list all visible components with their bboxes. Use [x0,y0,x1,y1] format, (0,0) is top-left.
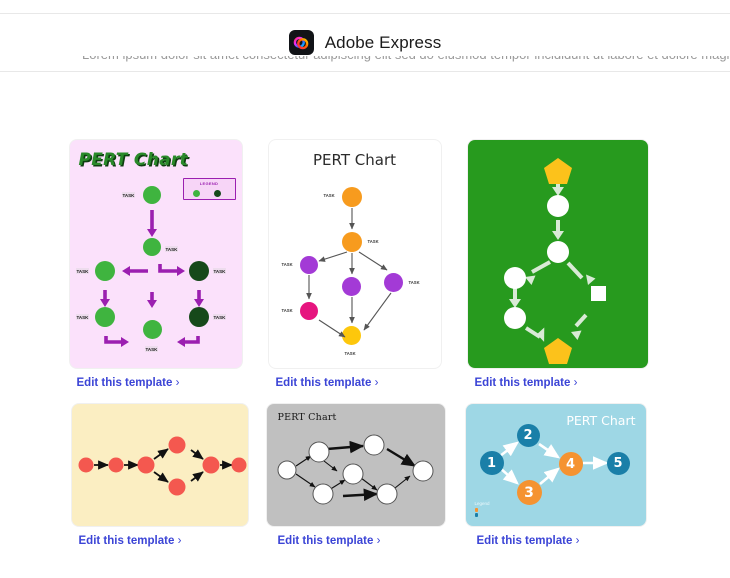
template-thumbnail-pert-chart-gray[interactable]: PERT Chart [267,404,445,526]
brand-name: Adobe Express [325,33,442,53]
template-thumbnail-pert-chart-blue[interactable]: PERT Chart [466,404,646,526]
edit-template-link[interactable]: Edit this template › [79,535,267,547]
template-thumbnail-pert-chart-white[interactable]: PERT Chart TASK TASK TASK TASK TASK TASK [269,140,441,368]
node-label: 4 [566,457,575,472]
chevron-right-icon: › [176,377,180,389]
legend-swatch-orange [475,508,479,512]
template-grid: PERT Chart LEGEND TASK TASK TASK TASK TA… [0,140,730,547]
template-card: PERT Chart TASK TASK TASK TASK TASK TASK [267,140,466,389]
edit-template-label: Edit this template [276,377,372,389]
node-circle [504,267,526,289]
node-pentagon [544,158,572,184]
template-card: Edit this template › [68,404,267,547]
template-card: Edit this template › [466,140,665,389]
node-label: 5 [613,456,622,471]
node-circle-5: 5 [607,452,630,475]
node-circle-1: 1 [480,451,504,475]
node-label: 3 [524,485,534,501]
edit-template-link[interactable]: Edit this template › [77,377,267,389]
template-thumbnail-pert-chart-pink[interactable]: PERT Chart LEGEND TASK TASK TASK TASK TA… [70,140,242,368]
legend: Legend [475,501,490,518]
chevron-right-icon: › [377,535,381,547]
edit-template-link[interactable]: Edit this template › [278,535,466,547]
edit-template-label: Edit this template [278,535,374,547]
node-square [591,286,606,301]
adobe-express-logo-icon [289,30,314,55]
clipped-text: Lorem ipsum dolor sit amet consectetur a… [82,56,730,62]
pert-diagram [468,140,648,368]
node-circle-2: 2 [517,424,540,447]
chevron-right-icon: › [375,377,379,389]
edit-template-label: Edit this template [77,377,173,389]
template-card: PERT Chart [267,404,466,547]
template-thumbnail-pert-chart-cream[interactable] [72,404,248,526]
chevron-right-icon: › [178,535,182,547]
connector-arrows [269,140,441,368]
node-circle-3: 3 [517,480,542,505]
legend-swatch-blue [475,513,479,517]
edit-template-label: Edit this template [475,377,571,389]
legend-title: Legend [475,501,490,506]
node-circle [504,307,526,329]
node-circle [547,241,569,263]
pert-diagram [267,404,445,526]
template-card: PERT Chart LEGEND TASK TASK TASK TASK TA… [68,140,267,389]
clipped-text-row: Lorem ipsum dolor sit amet consectetur a… [0,56,730,71]
node-circle [547,195,569,217]
template-thumbnail-pert-chart-green[interactable] [468,140,648,368]
node-circle-group [278,435,433,504]
node-label: 2 [523,428,532,443]
chevron-right-icon: › [574,377,578,389]
node-label: 1 [487,456,496,471]
edit-template-link[interactable]: Edit this template › [477,535,665,547]
brand[interactable]: Adobe Express [289,30,442,55]
pert-diagram [72,404,248,526]
page-root: Adobe Express Lorem ipsum dolor sit amet… [0,0,730,578]
edit-template-label: Edit this template [79,535,175,547]
node-circle-group [78,437,246,496]
chevron-right-icon: › [576,535,580,547]
edit-template-link[interactable]: Edit this template › [276,377,466,389]
connector-arrows [70,140,242,368]
template-card: PERT Chart [466,404,665,547]
header-divider [0,71,730,72]
edit-template-link[interactable]: Edit this template › [475,377,665,389]
edit-template-label: Edit this template [477,535,573,547]
node-pentagon [544,338,572,364]
node-circle-4: 4 [559,452,583,476]
